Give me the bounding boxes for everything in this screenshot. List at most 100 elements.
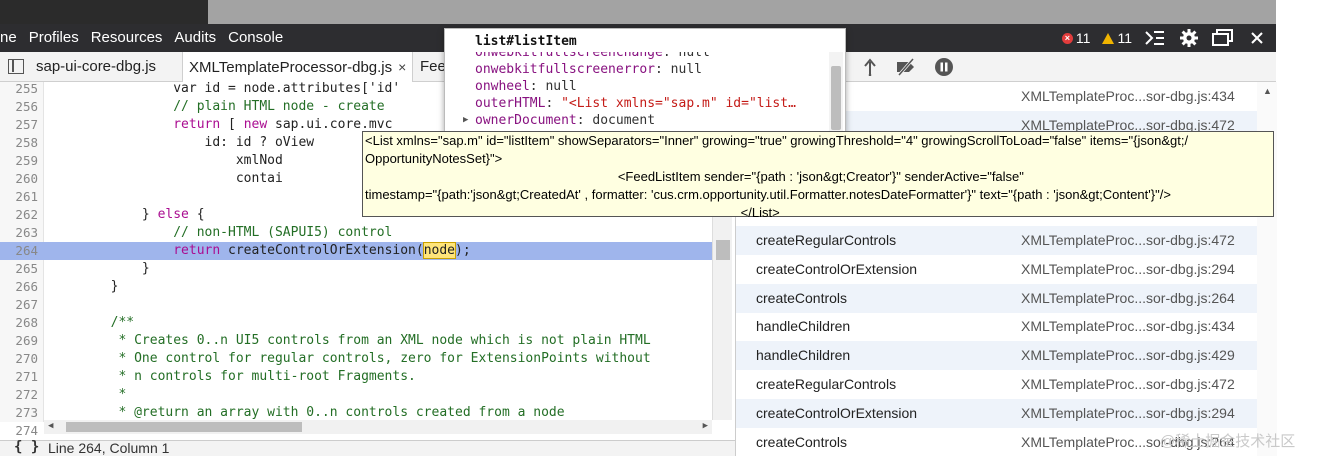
- code-line: 266 }: [0, 278, 712, 296]
- property-value: document: [592, 113, 656, 128]
- code-token: // plain HTML node - create: [48, 99, 385, 114]
- code-text: // plain HTML node - create: [48, 98, 385, 116]
- code-token: * n controls for multi-root Fragments.: [48, 369, 416, 384]
- popover-scrollbar[interactable]: [829, 52, 843, 133]
- toggle-navigator-icon[interactable]: [8, 59, 24, 74]
- call-frame[interactable]: handleChildren XMLTemplateProc...sor-dbg.…: [736, 341, 1257, 371]
- property-value: null: [678, 52, 710, 60]
- code-text: * One control for regular controls, zero…: [48, 350, 650, 368]
- warning-icon: [1102, 32, 1115, 44]
- close-tab-icon[interactable]: ×: [398, 59, 406, 75]
- function-name: createRegularControls: [756, 376, 897, 392]
- step-out-icon[interactable]: [859, 56, 881, 78]
- line-number[interactable]: 266: [0, 278, 38, 296]
- property-name: onwheel: [475, 79, 530, 94]
- line-number[interactable]: 255: [0, 80, 38, 98]
- code-line: 269 * Creates 0..n UI5 controls from an …: [0, 332, 712, 350]
- call-frame[interactable]: createRegularControls XMLTemplateProc...s…: [736, 226, 1257, 255]
- frame-location[interactable]: XMLTemplateProc...sor-dbg.js:434: [1021, 312, 1235, 341]
- code-text: var id = node.attributes['id': [48, 80, 400, 98]
- line-number[interactable]: 257: [0, 116, 38, 134]
- line-number[interactable]: 265: [0, 260, 38, 278]
- line-number[interactable]: 272: [0, 386, 38, 404]
- call-frame[interactable]: createControlOrExtension XMLTemplateProc.…: [736, 398, 1257, 428]
- property-row[interactable]: ▶ ownerDocument: document: [445, 112, 829, 129]
- line-number[interactable]: 262: [0, 206, 38, 224]
- code-text: return [ new sap.ui.core.mvc: [48, 116, 392, 134]
- pause-on-exceptions-icon[interactable]: [933, 56, 955, 78]
- code-token: contai: [48, 171, 283, 186]
- frame-location[interactable]: XMLTemplateProc...sor-dbg.js:294: [1021, 255, 1235, 284]
- scrollbar-thumb[interactable]: [716, 240, 730, 260]
- file-tab-label: Fee: [420, 58, 446, 75]
- code-text: /**: [48, 314, 134, 332]
- frame-location[interactable]: XMLTemplateProc...sor-dbg.js:434: [1021, 82, 1235, 111]
- close-devtools-icon[interactable]: [1246, 27, 1268, 49]
- line-number[interactable]: 259: [0, 152, 38, 170]
- frame-location[interactable]: XMLTemplateProc...sor-dbg.js:264: [1021, 284, 1235, 313]
- line-number[interactable]: 274: [0, 422, 38, 440]
- property-name: onwebkitfullscreenchange: [475, 52, 663, 60]
- panel-tab-ne[interactable]: ne: [0, 24, 23, 52]
- scroll-right-icon[interactable]: ▶: [703, 421, 708, 431]
- code-token: }: [48, 279, 119, 294]
- call-frame[interactable]: handleChildren XMLTemplateProc...sor-dbg.…: [736, 312, 1257, 341]
- property-value: "<List xmlns="sap.m" id="list…: [561, 96, 796, 111]
- deactivate-breakpoints-icon[interactable]: [895, 56, 917, 78]
- call-frame[interactable]: createControlOrExtension XMLTemplateProc.…: [736, 255, 1257, 284]
- line-number[interactable]: 260: [0, 170, 38, 188]
- browser-tab-strip: [0, 0, 208, 24]
- call-frame[interactable]: createRegularControls XMLTemplateProc...s…: [736, 370, 1257, 399]
- warning-count-badge[interactable]: 11: [1102, 30, 1132, 46]
- line-number[interactable]: 271: [0, 368, 38, 386]
- line-number[interactable]: 261: [0, 188, 38, 206]
- code-token: * Creates 0..n UI5 controls from an XML …: [48, 333, 651, 348]
- frame-location[interactable]: XMLTemplateProc...sor-dbg.js:472: [1021, 370, 1235, 399]
- line-number[interactable]: 258: [0, 134, 38, 152]
- function-name: createRegularControls: [756, 232, 897, 248]
- property-row[interactable]: outerHTML: "<List xmlns="sap.m" id="list…: [445, 95, 829, 112]
- scroll-left-icon[interactable]: ◀: [48, 421, 53, 431]
- tooltip-line: <List xmlns="sap.m" id="listItem" showSe…: [365, 133, 1189, 148]
- dock-side-icon[interactable]: [1212, 27, 1234, 49]
- panel-tab-profiles[interactable]: Profiles: [23, 24, 85, 52]
- property-row[interactable]: onwheel: null: [445, 78, 829, 95]
- code-line: 263 // non-HTML (SAPUI5) control: [0, 224, 712, 242]
- line-number[interactable]: 264: [0, 242, 38, 260]
- error-count-badge[interactable]: × 11: [1061, 30, 1090, 46]
- property-row[interactable]: onwebkitfullscreenerror: null: [445, 61, 829, 78]
- scroll-up-icon[interactable]: ▲: [1263, 86, 1272, 96]
- error-icon: ×: [1061, 32, 1073, 44]
- panel-tab-console[interactable]: Console: [222, 24, 289, 52]
- call-frame[interactable]: createControls XMLTemplateProc...sor-dbg.…: [736, 283, 1257, 313]
- panel-tab-audits[interactable]: Audits: [168, 24, 222, 52]
- object-inspector-popover[interactable]: list#listItem onwebkitfullscreenchange: …: [444, 28, 846, 134]
- line-number[interactable]: 263: [0, 224, 38, 242]
- code-token: return: [173, 243, 221, 258]
- frame-location[interactable]: XMLTemplateProc...sor-dbg.js:472: [1021, 226, 1235, 255]
- panel-tab-resources[interactable]: Resources: [85, 24, 169, 52]
- line-number[interactable]: 256: [0, 98, 38, 116]
- scrollbar-thumb[interactable]: [831, 66, 841, 130]
- line-number[interactable]: 270: [0, 350, 38, 368]
- line-number[interactable]: 269: [0, 332, 38, 350]
- scrollbar-thumb[interactable]: [66, 422, 302, 432]
- window-top-strip: [0, 0, 1276, 24]
- code-token: return: [173, 117, 221, 132]
- code-token: {: [188, 207, 205, 222]
- file-tab-sap-ui-core[interactable]: sap-ui-core-dbg.js: [30, 52, 162, 82]
- settings-gear-icon[interactable]: [1178, 27, 1200, 49]
- code-token: createControlOrExtension(: [220, 243, 424, 258]
- pretty-print-button[interactable]: { }: [14, 439, 39, 455]
- property-row[interactable]: onwebkitfullscreenchange: null: [445, 52, 829, 61]
- line-number[interactable]: 273: [0, 404, 38, 422]
- line-number[interactable]: 267: [0, 296, 38, 314]
- expand-triangle-icon[interactable]: ▶: [463, 112, 468, 129]
- file-tab-xmltemplateprocessor[interactable]: XMLTemplateProcessor-dbg.js ×: [182, 52, 414, 82]
- show-drawer-icon[interactable]: [1144, 27, 1166, 49]
- line-number[interactable]: 268: [0, 314, 38, 332]
- editor-horizontal-scrollbar[interactable]: ◀ ▶: [44, 420, 712, 434]
- hovered-token[interactable]: node: [422, 242, 457, 259]
- frame-location[interactable]: XMLTemplateProc...sor-dbg.js:294: [1021, 399, 1235, 428]
- frame-location[interactable]: XMLTemplateProc...sor-dbg.js:429: [1021, 341, 1235, 370]
